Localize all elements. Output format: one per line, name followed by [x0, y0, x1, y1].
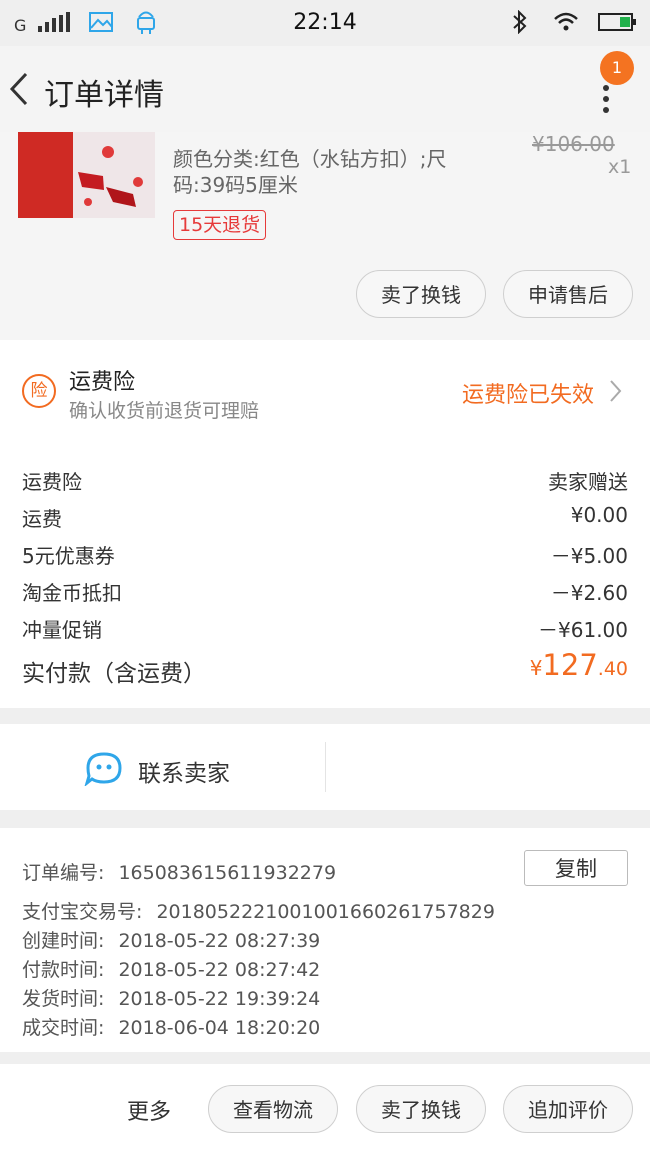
paid-time-row: 付款时间: 2018-05-22 08:27:42: [22, 955, 320, 982]
fee-row: 运费险 卖家赠送: [22, 460, 628, 494]
total-paid-label: 实付款（含运费）: [22, 661, 206, 687]
fee-label: 5元优惠券: [22, 544, 115, 568]
bluetooth-icon: [513, 10, 527, 34]
created-time-row: 创建时间: 2018-05-22 08:27:39: [22, 926, 320, 953]
quantity: x1: [608, 156, 632, 178]
order-number-label: 订单编号:: [22, 862, 105, 884]
copy-button[interactable]: 复制: [524, 850, 628, 886]
product-section: 颜色分类:红色（水钻方扣）;尺码:39码5厘米 ¥106.00 x1 15天退货…: [0, 132, 650, 340]
order-number-row: 订单编号: 165083615611932279: [22, 858, 336, 885]
total-paid-amount: ¥127.40: [530, 648, 628, 682]
insurance-status[interactable]: 运费险已失效: [462, 377, 594, 409]
completed-value: 2018-06-04 18:20:20: [118, 1017, 321, 1039]
product-attributes: 颜色分类:红色（水钻方扣）;尺码:39码5厘米: [173, 147, 447, 197]
fee-breakdown: 运费险 卖家赠送 运费 ¥0.00 5元优惠券 －¥5.00 淘金币抵扣 －¥2…: [0, 444, 650, 708]
fee-value: －¥5.00: [550, 544, 628, 568]
fee-label: 淘金币抵扣: [22, 581, 122, 605]
chat-bubble-icon: [84, 752, 122, 786]
after-sales-button[interactable]: 申请售后: [503, 270, 633, 318]
total-decimal: .40: [597, 658, 628, 680]
battery-icon: [598, 13, 636, 31]
more-button[interactable]: 更多: [127, 1094, 171, 1126]
fee-row: 淘金币抵扣 －¥2.60: [22, 571, 628, 605]
page-title: 订单详情: [44, 78, 164, 113]
product-image: [18, 132, 155, 218]
created-value: 2018-05-22 08:27:39: [118, 930, 321, 952]
alipay-label: 支付宝交易号:: [22, 901, 143, 923]
created-label: 创建时间:: [22, 930, 105, 952]
insurance-title: 运费险: [69, 370, 136, 395]
status-bar: G 22:14: [0, 0, 650, 46]
shipped-time-row: 发货时间: 2018-05-22 19:39:24: [22, 984, 320, 1011]
bottom-action-bar: 更多 查看物流 卖了换钱 追加评价: [0, 1064, 650, 1155]
total-integer: 127: [542, 648, 598, 682]
add-review-button[interactable]: 追加评价: [503, 1085, 633, 1133]
shipping-insurance-section[interactable]: 险 运费险 确认收货前退货可理赔 运费险已失效: [0, 340, 650, 444]
completed-time-row: 成交时间: 2018-06-04 18:20:20: [22, 1013, 320, 1040]
fee-label: 运费: [22, 507, 62, 531]
fee-label: 冲量促销: [22, 618, 102, 642]
order-number-value: 165083615611932279: [118, 862, 337, 884]
sell-for-cash-button[interactable]: 卖了换钱: [356, 270, 486, 318]
fee-value: ¥0.00: [570, 503, 628, 527]
insurance-subtitle: 确认收货前退货可理赔: [69, 400, 260, 422]
chevron-right-icon: [610, 380, 622, 402]
wifi-icon: [554, 12, 578, 31]
fee-value: －¥61.00: [538, 618, 628, 642]
view-logistics-button[interactable]: 查看物流: [208, 1085, 338, 1133]
currency-symbol: ¥: [529, 656, 543, 680]
paid-label: 付款时间:: [22, 959, 105, 981]
alipay-value: 2018052221001001660261757829: [156, 901, 495, 923]
original-price: ¥106.00: [532, 132, 615, 156]
product-thumbnail[interactable]: [18, 132, 155, 218]
alipay-row: 支付宝交易号: 2018052221001001660261757829: [22, 897, 495, 924]
shipped-label: 发货时间:: [22, 988, 105, 1010]
insurance-icon: 险: [22, 374, 56, 408]
contact-seller-button[interactable]: 联系卖家: [84, 740, 254, 794]
fee-value: 卖家赠送: [548, 470, 628, 494]
return-policy-badge: 15天退货: [173, 210, 267, 240]
fee-row: 冲量促销 －¥61.00: [22, 608, 628, 642]
sell-for-cash-bottom-button[interactable]: 卖了换钱: [356, 1085, 486, 1133]
paid-value: 2018-05-22 08:27:42: [118, 959, 321, 981]
fee-row: 5元优惠券 －¥5.00: [22, 534, 628, 568]
fee-row: 运费 ¥0.00: [22, 497, 628, 531]
fee-value: －¥2.60: [550, 581, 628, 605]
contact-section: 联系卖家: [0, 724, 650, 810]
contact-seller-label: 联系卖家: [138, 761, 230, 787]
notification-badge: 1: [600, 51, 634, 85]
app-header: 订单详情 1: [0, 46, 650, 132]
divider: [325, 742, 326, 792]
order-info-section: 订单编号: 165083615611932279 复制 支付宝交易号: 2018…: [0, 828, 650, 1052]
fee-label: 运费险: [22, 470, 82, 494]
shipped-value: 2018-05-22 19:39:24: [118, 988, 321, 1010]
completed-label: 成交时间:: [22, 1017, 105, 1039]
back-arrow-icon[interactable]: [6, 70, 34, 108]
